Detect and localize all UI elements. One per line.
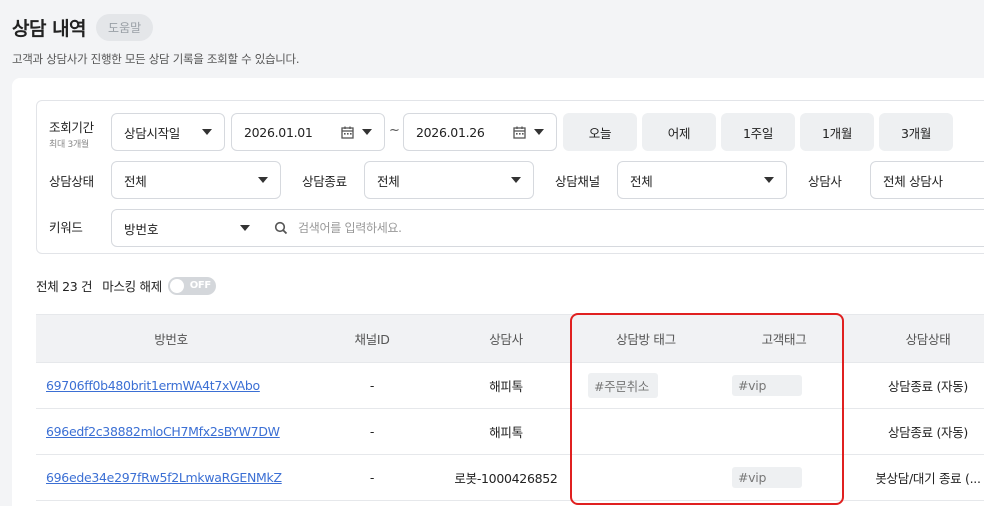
chevron-down-icon bbox=[258, 177, 268, 183]
filter-panel: 조회기간 최대 3개월 상담시작일 2026.01.01 ~ 2026.01.2… bbox=[36, 100, 984, 254]
masking-toggle[interactable]: OFF bbox=[167, 276, 216, 295]
status-cell: 상담종료 (자동) bbox=[850, 408, 984, 455]
date-separator: ~ bbox=[389, 123, 400, 138]
keyword-input[interactable] bbox=[298, 216, 798, 240]
customer-tag: #vip bbox=[732, 375, 802, 396]
status-cell: 봇상담/대기 종료 (... bbox=[850, 454, 984, 501]
column-header-room[interactable]: 방번호 bbox=[36, 314, 306, 363]
column-header-customer-tag[interactable]: 고객태그 bbox=[718, 314, 850, 363]
customer-tag-cell bbox=[718, 408, 850, 455]
room-link[interactable]: 696edf2c38882mloCH7Mfx2sBYW7DW bbox=[46, 424, 280, 439]
agent-label: 상담사 bbox=[808, 174, 842, 189]
page-description: 고객과 상담사가 진행한 모든 상담 기록을 조회할 수 있습니다. bbox=[12, 52, 300, 66]
help-button[interactable]: 도움말 bbox=[96, 14, 154, 41]
room-tag: #주문취소 bbox=[588, 373, 658, 398]
keyword-type-value: 방번호 bbox=[124, 221, 159, 237]
quick-range-1week-button[interactable]: 1주일 bbox=[721, 113, 795, 151]
date-type-value: 상담시작일 bbox=[124, 125, 181, 141]
room-link[interactable]: 69706ff0b480brit1ermWA4t7xVAbo bbox=[46, 378, 260, 393]
room-tag-cell bbox=[574, 454, 718, 501]
agent-cell: 로봇-1000426852 bbox=[438, 454, 574, 501]
chevron-down-icon bbox=[764, 177, 774, 183]
page-title: 상담 내역 bbox=[12, 18, 87, 40]
status-value: 전체 bbox=[124, 173, 147, 189]
quick-range-today-button[interactable]: 오늘 bbox=[563, 113, 637, 151]
column-header-status[interactable]: 상담상태 bbox=[850, 314, 984, 363]
content-card: 조회기간 최대 3개월 상담시작일 2026.01.01 ~ 2026.01.2… bbox=[12, 78, 984, 506]
search-icon[interactable] bbox=[274, 221, 288, 235]
channel-cell: - bbox=[306, 408, 438, 455]
table-row[interactable]: 69706ff0b480brit1ermWA4t7xVAbo - 해피톡 #주문… bbox=[36, 362, 984, 409]
channel-cell: - bbox=[306, 454, 438, 501]
status-label: 상담상태 bbox=[49, 174, 94, 189]
room-tag-cell bbox=[574, 408, 718, 455]
chevron-down-icon bbox=[202, 129, 212, 135]
chevron-down-icon bbox=[362, 129, 372, 135]
result-summary: 전체 23 건 마스킹 해제 OFF bbox=[36, 276, 216, 295]
period-label: 조회기간 bbox=[49, 120, 94, 135]
table-row[interactable]: 696ede34e297fRw5f2LmkwaRGENMkZ - 로봇-1000… bbox=[36, 454, 984, 501]
page-header: 상담 내역 도움말 고객과 상담사가 진행한 모든 상담 기록을 조회할 수 있… bbox=[12, 14, 300, 67]
quick-range-3months-button[interactable]: 3개월 bbox=[879, 113, 953, 151]
channel-label: 상담채널 bbox=[555, 174, 600, 189]
table-header-row: 방번호 채널ID 상담사 상담방 태그 고객태그 상담상태 bbox=[36, 314, 984, 363]
toggle-state: OFF bbox=[189, 280, 212, 291]
start-date-picker[interactable]: 2026.01.01 bbox=[231, 113, 385, 151]
agent-cell: 해피톡 bbox=[438, 362, 574, 409]
column-header-room-tag[interactable]: 상담방 태그 bbox=[574, 314, 718, 363]
agent-value: 전체 상담사 bbox=[883, 173, 943, 189]
chevron-down-icon bbox=[534, 129, 544, 135]
end-type-value: 전체 bbox=[377, 173, 400, 189]
consultation-table: 방번호 채널ID 상담사 상담방 태그 고객태그 상담상태 69706ff0b4… bbox=[36, 314, 984, 501]
total-count: 전체 23 건 bbox=[36, 279, 93, 294]
end-date-picker[interactable]: 2026.01.26 bbox=[403, 113, 557, 151]
column-header-agent[interactable]: 상담사 bbox=[438, 314, 574, 363]
end-date-value: 2026.01.26 bbox=[416, 124, 485, 140]
table-row[interactable]: 696edf2c38882mloCH7Mfx2sBYW7DW - 해피톡 상담종… bbox=[36, 408, 984, 455]
quick-range-1month-button[interactable]: 1개월 bbox=[800, 113, 874, 151]
room-link[interactable]: 696ede34e297fRw5f2LmkwaRGENMkZ bbox=[46, 470, 282, 485]
status-cell: 상담종료 (자동) bbox=[850, 362, 984, 409]
chevron-down-icon bbox=[511, 177, 521, 183]
calendar-icon bbox=[513, 126, 526, 139]
column-header-channel[interactable]: 채널ID bbox=[306, 314, 438, 363]
toggle-knob bbox=[169, 278, 184, 293]
channel-value: 전체 bbox=[630, 173, 653, 189]
quick-range-yesterday-button[interactable]: 어제 bbox=[642, 113, 716, 151]
calendar-icon bbox=[341, 126, 354, 139]
end-type-select[interactable]: 전체 bbox=[364, 161, 534, 199]
period-sublabel: 최대 3개월 bbox=[49, 140, 89, 150]
customer-tag: #vip bbox=[732, 467, 802, 488]
start-date-value: 2026.01.01 bbox=[244, 124, 313, 140]
keyword-search: 방번호 bbox=[111, 209, 984, 247]
channel-select[interactable]: 전체 bbox=[617, 161, 787, 199]
keyword-type-select[interactable]: 방번호 bbox=[112, 210, 262, 246]
channel-cell: - bbox=[306, 362, 438, 409]
end-type-label: 상담종료 bbox=[302, 174, 347, 189]
masking-label: 마스킹 해제 bbox=[102, 279, 162, 294]
date-type-select[interactable]: 상담시작일 bbox=[111, 113, 225, 151]
status-select[interactable]: 전체 bbox=[111, 161, 281, 199]
agent-cell: 해피톡 bbox=[438, 408, 574, 455]
chevron-down-icon bbox=[240, 225, 250, 231]
agent-select[interactable]: 전체 상담사 bbox=[870, 161, 984, 199]
keyword-label: 키워드 bbox=[49, 220, 83, 235]
